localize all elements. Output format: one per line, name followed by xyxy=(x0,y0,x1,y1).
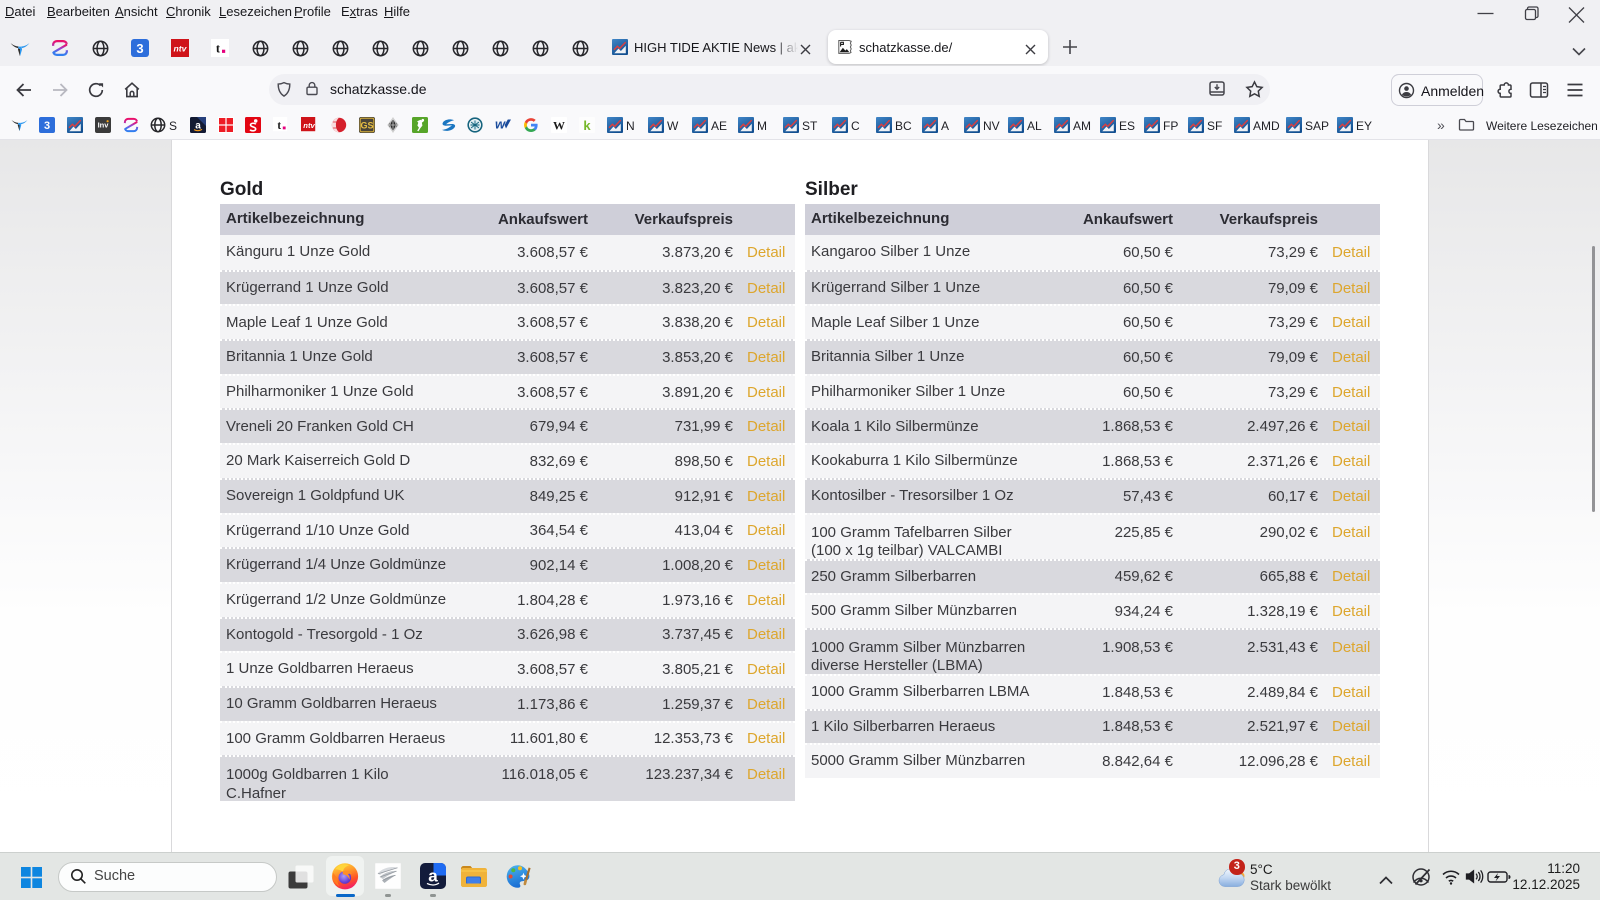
svg-text:k: k xyxy=(583,118,591,133)
svg-text:ntv: ntv xyxy=(174,43,188,53)
svg-text:W: W xyxy=(553,118,565,132)
svg-text:w: w xyxy=(495,117,506,131)
svg-text:3: 3 xyxy=(136,41,143,56)
svg-text:t: t xyxy=(277,120,281,132)
svg-text:3: 3 xyxy=(44,120,50,132)
svg-text:a: a xyxy=(428,867,438,886)
svg-text:GS: GS xyxy=(360,121,373,131)
svg-text:ntv: ntv xyxy=(303,121,315,130)
